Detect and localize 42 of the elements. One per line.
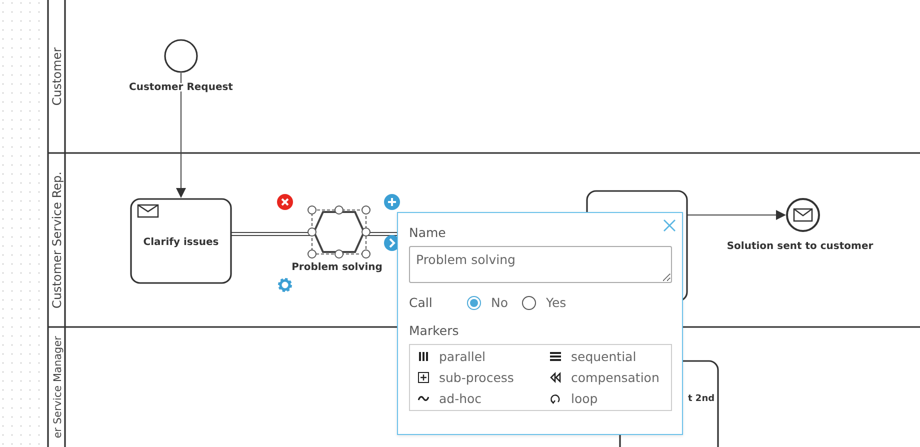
node-label: Solution sent to customer [726, 241, 874, 252]
radio-option[interactable]: Yes [522, 295, 566, 310]
resize-handle[interactable] [362, 250, 370, 258]
task-box[interactable] [130, 198, 232, 284]
marker-option[interactable]: loop [546, 390, 667, 407]
resize-handle[interactable] [334, 250, 344, 258]
lane-label: er Service Manager [52, 336, 64, 438]
field-label: Markers [409, 323, 460, 338]
resize-handle[interactable] [308, 228, 316, 236]
hexagon-shape[interactable] [312, 211, 366, 253]
node-label: Clarify issues [143, 237, 219, 248]
name-field[interactable]: Problem solving [409, 246, 672, 283]
field-label: Name [409, 225, 447, 240]
resize-handle[interactable] [308, 206, 316, 214]
marker-option[interactable]: parallel [414, 348, 546, 365]
sequential-marker-icon [550, 351, 561, 362]
radio-option[interactable]: No [467, 295, 508, 310]
lane-label: Customer Service Rep. [50, 172, 64, 308]
parallel-marker-icon [418, 351, 429, 362]
add-icon[interactable] [384, 194, 400, 210]
node-label: Problem solving [292, 262, 382, 273]
lane-label: Customer [50, 47, 64, 106]
start-event[interactable] [164, 39, 198, 73]
field-label: Call [409, 295, 434, 310]
marker-option[interactable]: ad-hoc [414, 390, 546, 407]
plus-square-icon [418, 372, 429, 383]
marker-option[interactable]: sub-process [414, 369, 546, 386]
delete-icon[interactable] [277, 194, 293, 210]
resize-handle[interactable] [334, 206, 344, 214]
tilde-icon [418, 393, 429, 404]
resize-handle[interactable] [308, 250, 316, 258]
marker-option[interactable]: sequential [546, 348, 667, 365]
settings-icon[interactable] [278, 278, 292, 292]
resize-handle[interactable] [362, 206, 370, 214]
loop-arrow-icon [550, 393, 561, 404]
envelope-icon [793, 208, 813, 222]
rewind-icon [550, 372, 561, 383]
selection-frame [312, 210, 366, 254]
node-label: t 2nd [688, 394, 715, 404]
resize-handle[interactable] [362, 228, 370, 236]
envelope-icon [137, 204, 159, 218]
marker-option[interactable]: compensation [546, 369, 667, 386]
